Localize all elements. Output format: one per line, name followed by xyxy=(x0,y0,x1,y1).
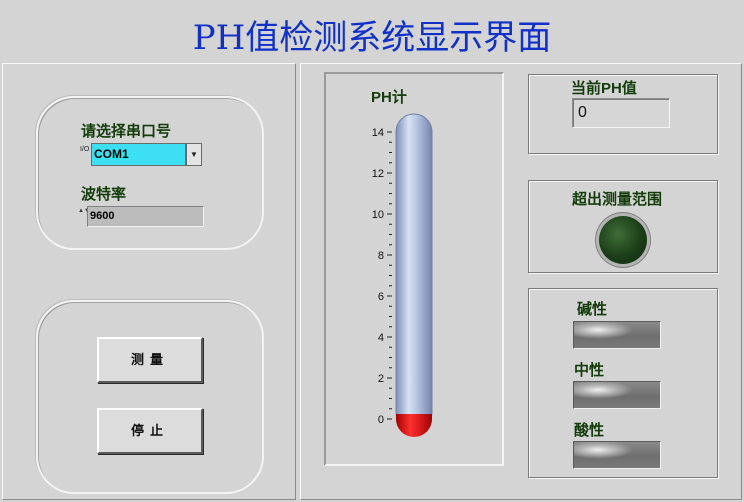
ph-meter-label: PH计 xyxy=(371,89,407,106)
window-title: PH值检测系统显示界面 xyxy=(192,18,552,58)
out-of-range-label: 超出测量范围 xyxy=(572,191,663,208)
port-select[interactable]: I/O COM1 ▼ xyxy=(80,143,202,166)
neutral-indicator xyxy=(573,381,661,409)
ph-meter-gauge: 14 12 10 8 6 4 2 0 xyxy=(372,113,433,437)
ph-meter-bulb xyxy=(396,414,432,437)
port-select-value[interactable]: COM1 xyxy=(91,143,186,166)
control-buttons-group xyxy=(36,300,264,494)
port-label: 请选择串口号 xyxy=(81,123,172,140)
measure-button[interactable]: 测量 xyxy=(97,337,203,383)
current-ph-value: 0 xyxy=(572,98,670,128)
chevron-down-icon[interactable]: ▼ xyxy=(186,143,202,166)
current-ph-label: 当前PH值 xyxy=(571,80,637,97)
acidic-label: 酸性 xyxy=(574,422,605,439)
neutral-label: 中性 xyxy=(574,362,605,379)
ph-meter-tube xyxy=(395,113,433,431)
meter-tick-label: 10 xyxy=(372,209,384,221)
meter-tick-label: 8 xyxy=(378,250,384,262)
acidic-indicator xyxy=(573,441,661,469)
baud-rate-field[interactable]: 9600 xyxy=(87,206,204,227)
baud-rate-control[interactable]: ▲▼ 9600 xyxy=(78,206,204,227)
meter-tick-label: 14 xyxy=(372,127,384,139)
out-of-range-led xyxy=(599,216,647,264)
meter-tick-label: 4 xyxy=(378,332,384,344)
meter-tick-label: 6 xyxy=(378,291,384,303)
spinner-arrows-icon[interactable]: ▲▼ xyxy=(78,207,90,227)
stop-button[interactable]: 停止 xyxy=(97,408,203,454)
baud-label: 波特率 xyxy=(81,186,127,203)
alkaline-indicator xyxy=(573,321,661,349)
meter-tick-label: 2 xyxy=(378,373,384,385)
meter-tick-label: 0 xyxy=(378,414,384,426)
alkaline-label: 碱性 xyxy=(577,301,608,318)
io-name-icon: I/O xyxy=(80,146,90,153)
meter-tick-label: 12 xyxy=(372,168,384,180)
